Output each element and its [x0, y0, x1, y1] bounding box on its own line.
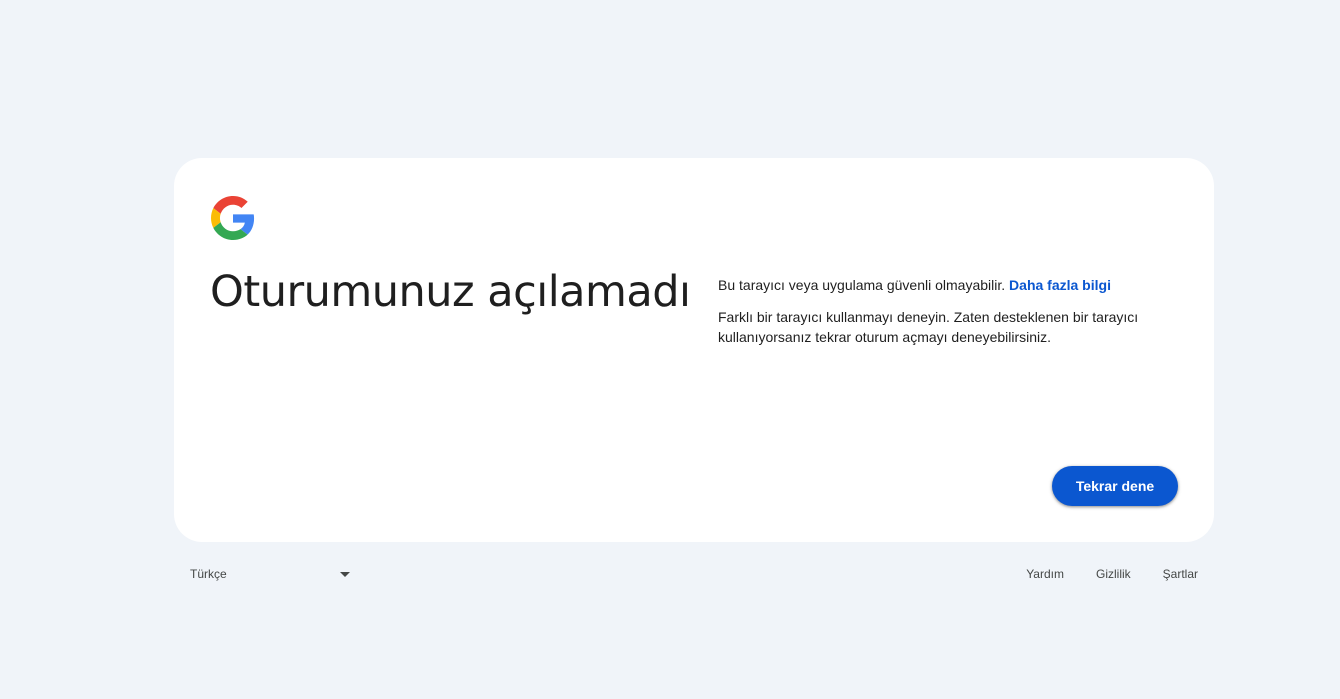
- footer-links: Yardım Gizlilik Şartlar: [1010, 558, 1214, 590]
- security-message: Bu tarayıcı veya uygulama güvenli olmaya…: [718, 275, 1158, 295]
- privacy-link[interactable]: Gizlilik: [1080, 558, 1147, 590]
- help-link[interactable]: Yardım: [1010, 558, 1080, 590]
- footer: Türkçe Yardım Gizlilik Şartlar: [174, 558, 1214, 590]
- page-title: Oturumunuz açılamadı: [210, 267, 691, 317]
- language-select-value: Türkçe: [190, 567, 227, 581]
- language-select[interactable]: Türkçe: [180, 558, 358, 590]
- retry-button[interactable]: Tekrar dene: [1052, 466, 1178, 506]
- learn-more-link[interactable]: Daha fazla bilgi: [1009, 277, 1111, 293]
- caret-down-icon: [340, 571, 350, 577]
- error-description: Bu tarayıcı veya uygulama güvenli olmaya…: [718, 275, 1158, 347]
- suggestion-message: Farklı bir tarayıcı kullanmayı deneyin. …: [718, 309, 1139, 345]
- security-message-text: Bu tarayıcı veya uygulama güvenli olmaya…: [718, 277, 1006, 293]
- terms-link[interactable]: Şartlar: [1147, 558, 1214, 590]
- sign-in-error-card: Oturumunuz açılamadı Bu tarayıcı veya uy…: [174, 158, 1214, 542]
- page: Oturumunuz açılamadı Bu tarayıcı veya uy…: [0, 0, 1340, 699]
- google-logo-icon: [211, 196, 255, 240]
